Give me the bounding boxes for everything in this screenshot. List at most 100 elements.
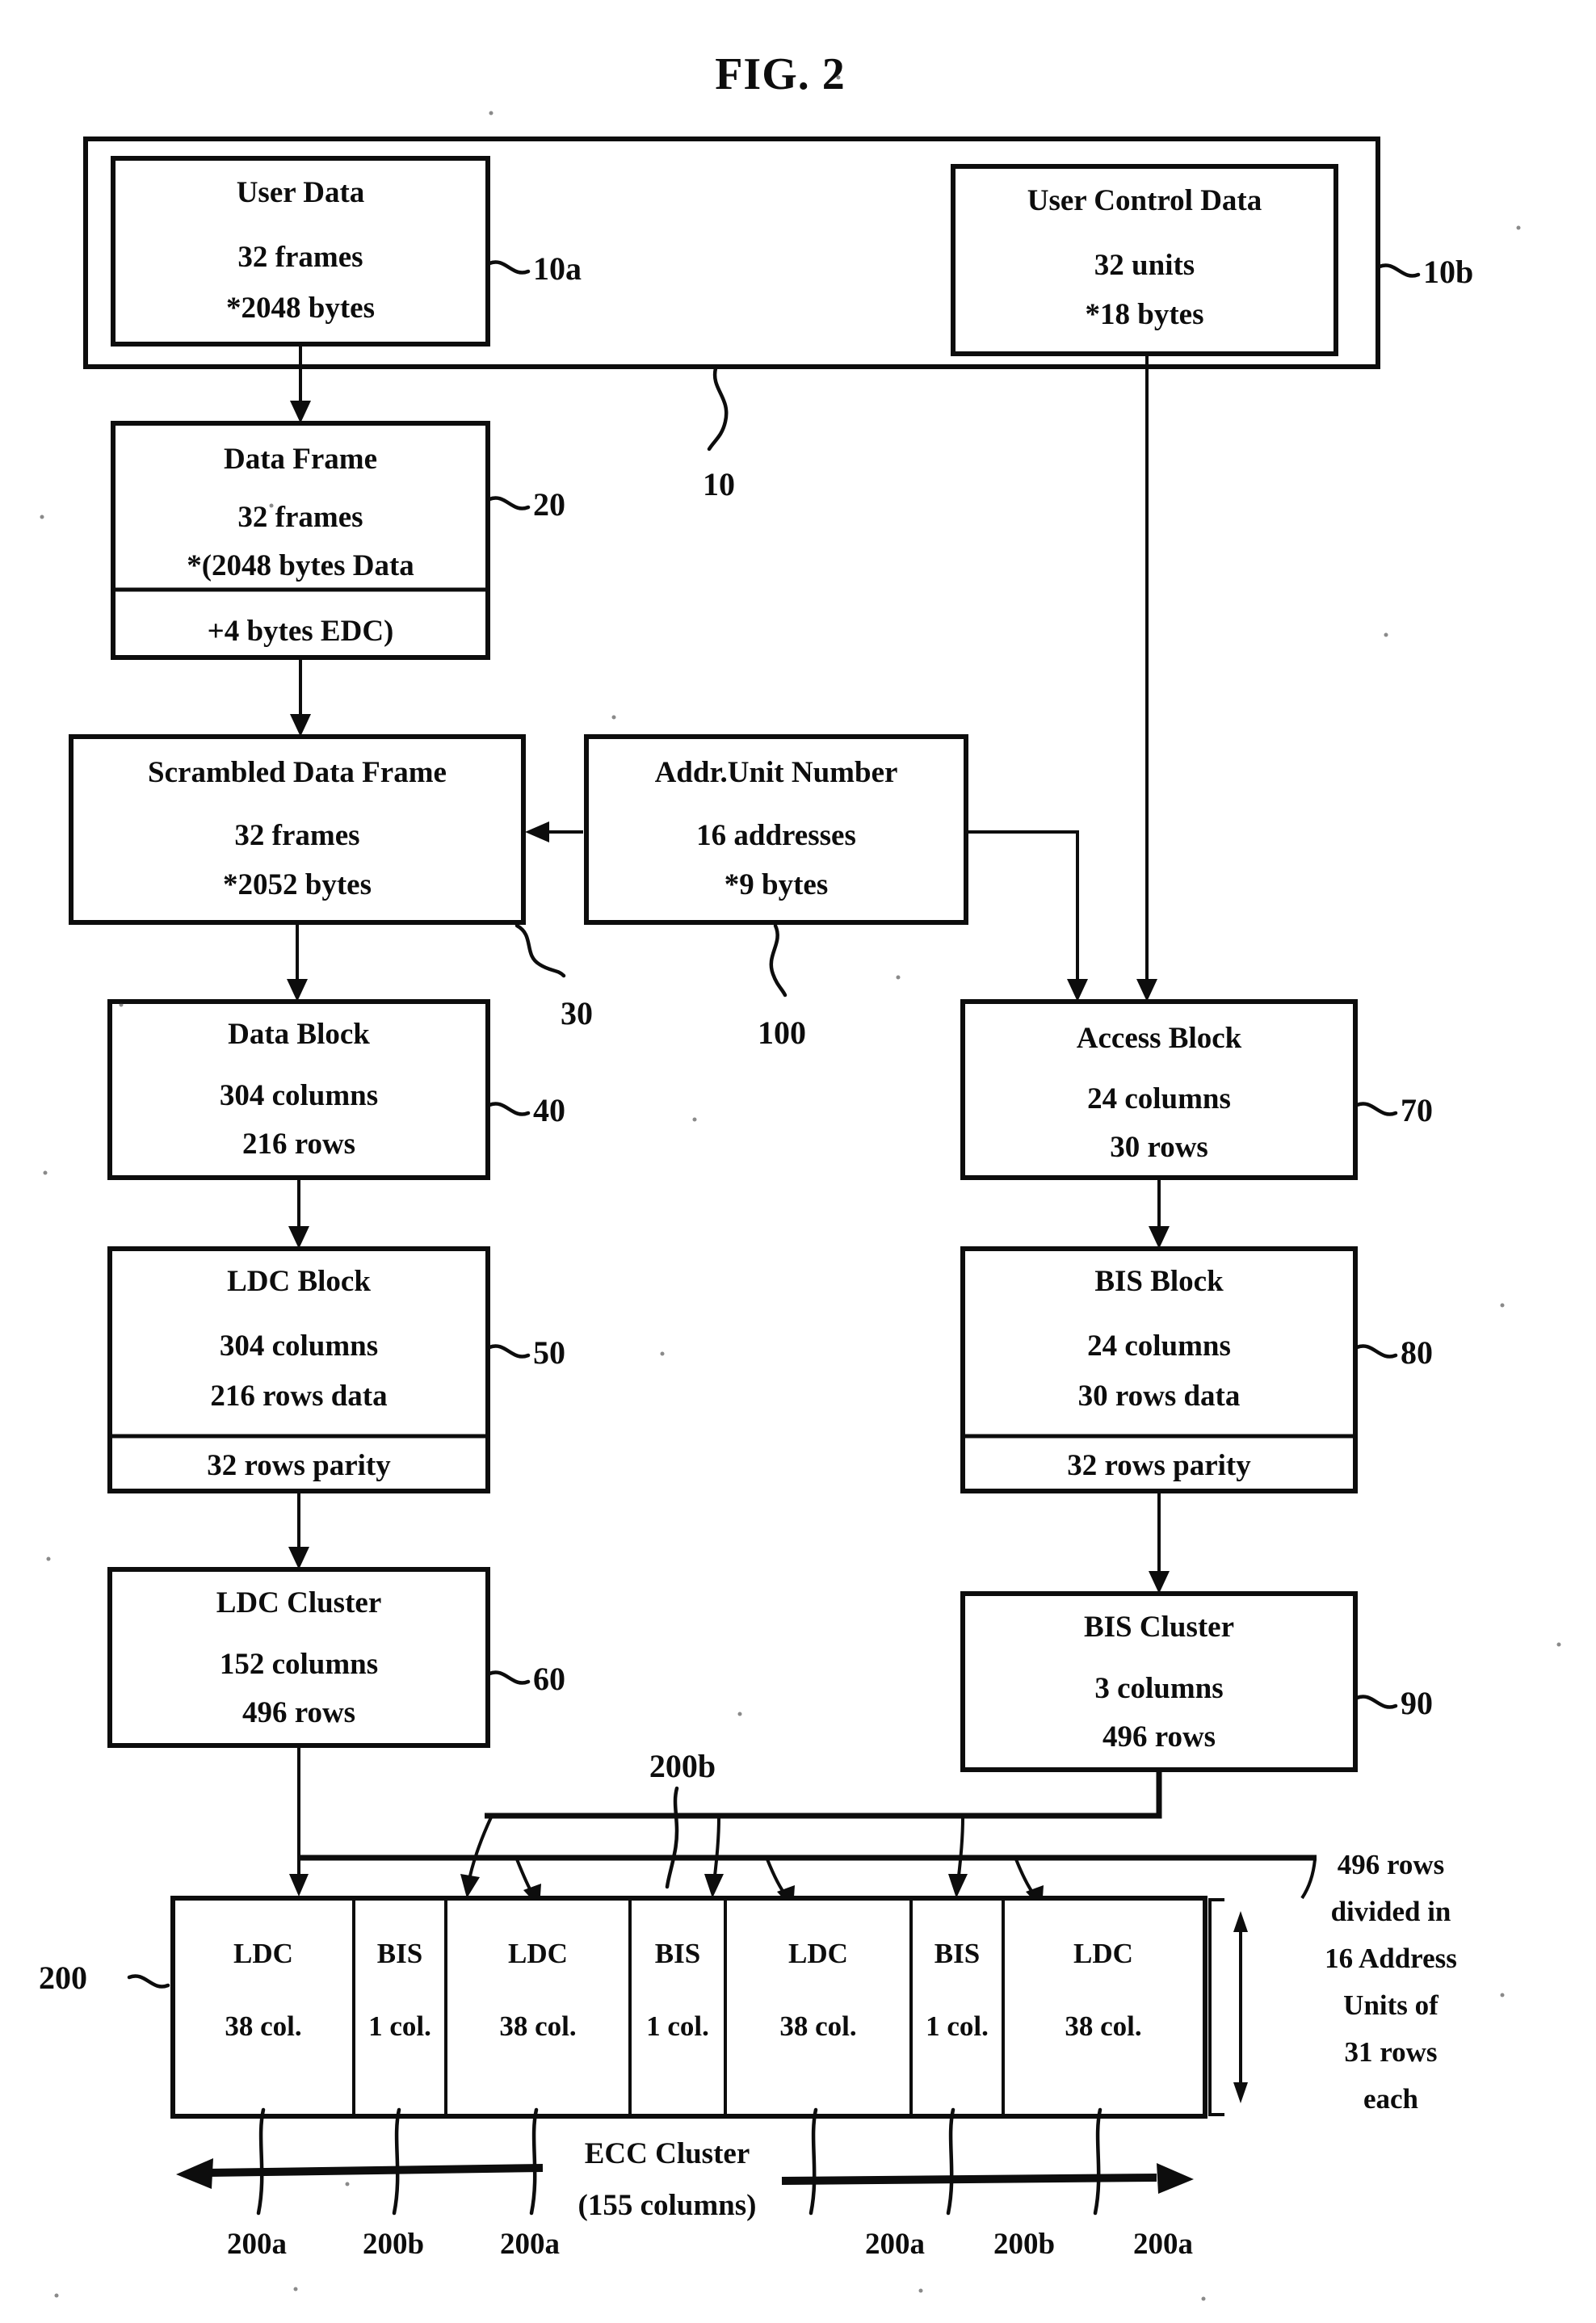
ref-30-leader (514, 923, 566, 978)
ecc-cell-cols-6: 38 col. (1065, 2010, 1141, 2042)
ref-10: 10 (703, 466, 735, 502)
ref-200b-left: 200b (363, 2228, 424, 2261)
ecc-cell-cols-4: 38 col. (779, 2010, 856, 2042)
ecc-cell-cols-3: 1 col. (646, 2010, 709, 2042)
user-control-data-line1: 32 units (1094, 249, 1195, 282)
arrowhead-addr-to-access-block (1067, 979, 1088, 1002)
arrowhead-user-data-to-data-frame (290, 401, 311, 423)
ecc-cell-cols-1: 1 col. (368, 2010, 431, 2042)
bis-distribution-bus (485, 1771, 1162, 1819)
ref-200a-left-2: 200a (500, 2228, 560, 2261)
side-note-line-3: Units of (1343, 1989, 1438, 2021)
ecc-span-arrow-left-shaft (208, 2164, 544, 2177)
data-block-line2: 216 rows (242, 1128, 355, 1161)
bis-block-line1: 24 columns (1087, 1330, 1231, 1363)
ref-50-leader (487, 1344, 531, 1359)
side-note-line-0: 496 rows (1338, 1849, 1445, 1880)
ref-10a: 10a (533, 250, 582, 287)
figure-2-diagram: FIG. 2 10 User Data 32 frames *2048 byte… (39, 49, 1561, 2301)
ecc-span-arrowhead-left (176, 2158, 213, 2189)
ecc-cluster-box (170, 1896, 1208, 2119)
ldc-cluster-line2: 496 rows (242, 1696, 355, 1729)
side-note-line-5: each (1363, 2083, 1418, 2115)
ecc-cell-name-3: BIS (655, 1938, 700, 1969)
bis-cluster-line1: 3 columns (1094, 1672, 1223, 1705)
branch-bis-2 (712, 1817, 720, 1884)
arrowhead-branch-bis-2 (704, 1874, 724, 1898)
side-note-arrowhead-down (1233, 2082, 1248, 2103)
ecc-span-arrowhead-right (1157, 2163, 1194, 2194)
ldc-block-line1: 304 columns (220, 1330, 378, 1363)
arrowhead-ldc-cluster-to-ecc (289, 1874, 309, 1897)
access-block-line1: 24 columns (1087, 1082, 1231, 1115)
ref-40-leader (487, 1102, 531, 1116)
ldc-block-title: LDC Block (227, 1265, 371, 1298)
user-data-title: User Data (237, 176, 365, 209)
ref-200a-right-2: 200a (1133, 2228, 1193, 2261)
ref-200b-bus-leader (665, 1786, 679, 1889)
user-data-line2: *2048 bytes (226, 292, 375, 325)
arrowhead-scrambled-to-data-block (287, 979, 308, 1002)
data-block-line1: 304 columns (220, 1079, 378, 1112)
ref-90-leader (1354, 1695, 1398, 1709)
ecc-caption-line2: (155 columns) (578, 2189, 757, 2222)
ecc-span-arrow-right-shaft (781, 2174, 1157, 2185)
ref-200: 200 (39, 1960, 87, 1996)
bis-block-title: BIS Block (1094, 1265, 1224, 1298)
ref-200b-left-leader (392, 2107, 401, 2216)
ecc-caption-line1: ECC Cluster (585, 2137, 750, 2170)
ldc-cluster-title: LDC Cluster (216, 1586, 382, 1619)
ref-20: 20 (533, 486, 565, 523)
ref-200a-right-1-leader (808, 2107, 818, 2216)
ref-40: 40 (533, 1092, 565, 1128)
side-note-line-1: divided in (1331, 1896, 1451, 1927)
ref-200a-right-1: 200a (865, 2228, 925, 2261)
arrowhead-bis-block-to-bis-cluster (1149, 1571, 1170, 1594)
ref-70-leader (1354, 1102, 1398, 1116)
ref-200a-left-2-leader (529, 2107, 539, 2216)
ldc-block-footer: 32 rows parity (207, 1449, 391, 1482)
figure-title: FIG. 2 (715, 49, 846, 99)
side-note-line-2: 16 Address (1325, 1943, 1457, 1974)
ref-90: 90 (1401, 1685, 1433, 1721)
arrowhead-ucd-to-access-block (1136, 979, 1157, 1002)
ref-10b-leader (1377, 263, 1421, 278)
ref-100: 100 (758, 1014, 806, 1051)
data-frame-footer: +4 bytes EDC) (208, 615, 394, 648)
bis-block-line2: 30 rows data (1078, 1380, 1241, 1413)
data-frame-line2: *(2048 bytes Data (187, 549, 414, 582)
bis-cluster-line2: 496 rows (1102, 1720, 1216, 1754)
data-block-title: Data Block (228, 1018, 370, 1051)
branch-ldc-end (1300, 1859, 1317, 1900)
ldc-cluster-line1: 152 columns (220, 1648, 378, 1681)
ecc-cell-name-5: BIS (934, 1938, 980, 1969)
arrowhead-addr-to-scrambled (525, 821, 549, 842)
ref-80: 80 (1401, 1334, 1433, 1371)
ref-50: 50 (533, 1334, 565, 1371)
access-block-line2: 30 rows (1110, 1131, 1208, 1164)
ref-70: 70 (1401, 1092, 1433, 1128)
arrowhead-branch-bis-3 (948, 1874, 968, 1898)
ecc-cell-name-0: LDC (233, 1938, 293, 1969)
ref-30: 30 (561, 995, 593, 1031)
scrambled-data-frame-line2: *2052 bytes (223, 868, 372, 901)
ref-200b-bus: 200b (649, 1748, 716, 1784)
ref-200a-right-2-leader (1093, 2107, 1102, 2216)
arrowhead-branch-bis-1 (460, 1874, 480, 1898)
addr-unit-number-line1: 16 addresses (696, 819, 856, 852)
scrambled-data-frame-line1: 32 frames (234, 819, 359, 852)
ref-10-leader (707, 366, 729, 452)
side-note-arrowhead-up (1233, 1911, 1248, 1932)
arrowhead-data-block-to-ldc-block (288, 1226, 309, 1249)
data-frame-line1: 32 frames (237, 501, 363, 534)
ref-60-leader (487, 1670, 531, 1685)
bis-cluster-title: BIS Cluster (1084, 1611, 1234, 1644)
addr-unit-number-line2: *9 bytes (724, 868, 828, 901)
branch-bis-3 (956, 1817, 964, 1884)
ecc-cell-cols-5: 1 col. (926, 2010, 989, 2042)
access-block-title: Access Block (1077, 1022, 1242, 1055)
route-addr-to-access-block (968, 830, 1079, 987)
side-note-line-4: 31 rows (1344, 2036, 1437, 2068)
scrambled-data-frame-title: Scrambled Data Frame (148, 756, 447, 789)
ref-200b-right: 200b (993, 2228, 1055, 2261)
